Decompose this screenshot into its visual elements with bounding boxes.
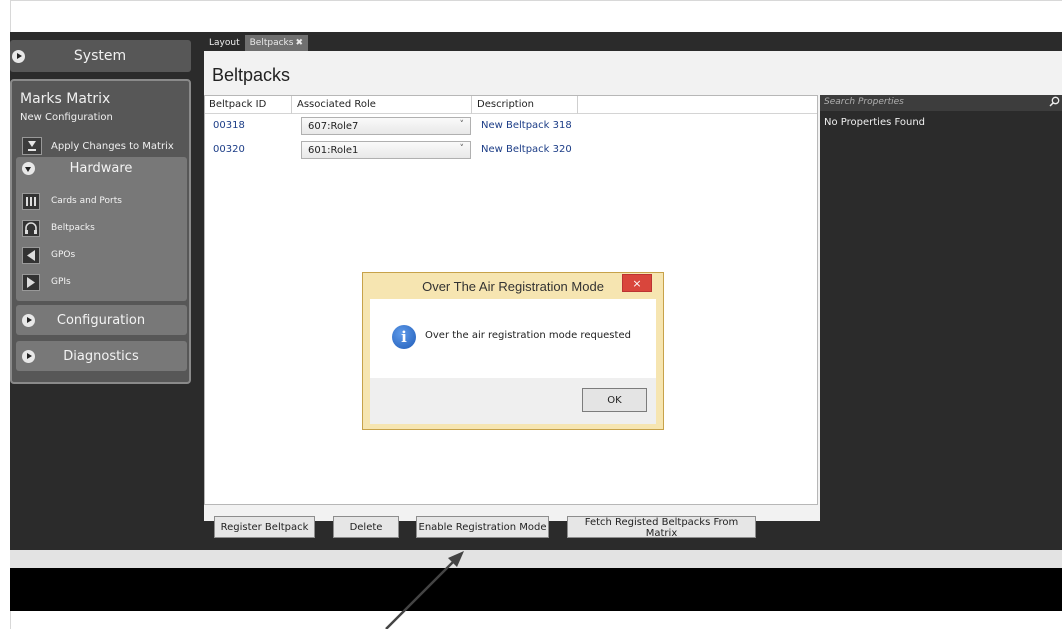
- dialog-title: Over The Air Registration Mode: [422, 279, 604, 294]
- column-header-description[interactable]: Description: [477, 99, 534, 110]
- expand-arrow-icon: [22, 349, 35, 363]
- configuration-section-button[interactable]: Configuration: [16, 305, 187, 335]
- left-navigation: System Marks Matrix New Configuration Ap…: [10, 32, 204, 550]
- configuration-label: Configuration: [56, 312, 146, 328]
- properties-panel: Search Properties No Properties Found: [820, 95, 1062, 565]
- configuration-name: New Configuration: [20, 112, 113, 123]
- search-placeholder: Search Properties: [824, 97, 904, 107]
- enable-registration-mode-button[interactable]: Enable Registration Mode: [416, 516, 549, 538]
- system-label: System: [73, 48, 127, 64]
- diagnostics-section-button[interactable]: Diagnostics: [16, 341, 187, 371]
- top-strip: [10, 0, 1062, 32]
- beltpack-id: 00320: [213, 144, 245, 155]
- nav-item-label: Cards and Ports: [51, 196, 122, 206]
- beltpack-description[interactable]: New Beltpack 318: [481, 120, 572, 131]
- dialog-message: Over the air registration mode requested: [425, 330, 631, 341]
- nav-item-cards-and-ports[interactable]: Cards and Ports: [22, 191, 122, 211]
- dialog-footer: OK: [370, 378, 656, 424]
- expand-arrow-icon: [22, 313, 35, 327]
- hardware-section: Hardware Cards and Ports Beltpacks GPOs …: [16, 157, 187, 301]
- bottom-bar: [10, 568, 1062, 611]
- column-header-associated-role[interactable]: Associated Role: [297, 99, 376, 110]
- chevron-down-icon: ˅: [459, 120, 465, 130]
- column-divider: [471, 96, 472, 114]
- nav-item-label: GPOs: [51, 250, 76, 260]
- tab-close-icon[interactable]: ✖: [295, 38, 303, 48]
- nav-item-beltpacks[interactable]: Beltpacks: [22, 218, 95, 238]
- headset-icon: [22, 219, 40, 237]
- gpo-icon: [22, 246, 40, 264]
- beltpack-id: 00318: [213, 120, 245, 131]
- gpi-icon: [22, 273, 40, 291]
- column-divider: [577, 96, 578, 114]
- role-dropdown[interactable]: 607:Role7 ˅: [301, 117, 471, 135]
- search-icon[interactable]: [1049, 96, 1060, 107]
- tab-layout[interactable]: Layout: [204, 35, 245, 51]
- hardware-header[interactable]: Hardware: [16, 157, 187, 179]
- role-dropdown[interactable]: 601:Role1 ˅: [301, 141, 471, 159]
- fetch-beltpacks-button[interactable]: Fetch Registed Beltpacks From Matrix: [567, 516, 756, 539]
- diagnostics-label: Diagnostics: [63, 348, 139, 364]
- matrix-title: Marks Matrix: [20, 91, 111, 107]
- nav-item-gpis[interactable]: GPIs: [22, 272, 71, 292]
- tab-label: Layout: [209, 38, 240, 48]
- table-row[interactable]: 00318 607:Role7 ˅ New Beltpack 318: [205, 115, 817, 137]
- tab-beltpacks[interactable]: Beltpacks ✖: [244, 35, 308, 51]
- no-properties-text: No Properties Found: [824, 117, 926, 128]
- dialog-body: i Over the air registration mode request…: [370, 299, 656, 424]
- delete-button[interactable]: Delete: [333, 516, 399, 538]
- matrix-panel: Marks Matrix New Configuration Apply Cha…: [10, 79, 191, 384]
- apply-changes-button[interactable]: Apply Changes to Matrix: [22, 136, 174, 156]
- column-header-beltpack-id[interactable]: Beltpack ID: [209, 99, 266, 110]
- properties-search-input[interactable]: Search Properties: [820, 95, 1062, 111]
- table-row[interactable]: 00320 601:Role1 ˅ New Beltpack 320: [205, 139, 817, 161]
- apply-download-icon: [22, 137, 42, 155]
- chevron-down-icon: ˅: [459, 144, 465, 154]
- hardware-label: Hardware: [69, 160, 133, 176]
- dialog-message-area: i Over the air registration mode request…: [370, 299, 656, 378]
- document-tabs: Layout Beltpacks ✖: [204, 35, 308, 51]
- nav-item-label: Beltpacks: [51, 223, 95, 233]
- register-beltpack-button[interactable]: Register Beltpack: [214, 516, 315, 538]
- table-header: Beltpack ID Associated Role Description: [205, 96, 817, 114]
- apply-changes-label: Apply Changes to Matrix: [51, 140, 174, 152]
- cards-icon: [22, 192, 40, 210]
- expand-arrow-icon: [12, 49, 25, 63]
- dialog-close-button[interactable]: ×: [622, 274, 652, 292]
- role-value: 607:Role7: [308, 121, 359, 132]
- ok-button[interactable]: OK: [582, 388, 647, 412]
- system-button[interactable]: System: [10, 40, 191, 72]
- page-title: Beltpacks: [212, 65, 291, 85]
- nav-item-gpos[interactable]: GPOs: [22, 245, 75, 265]
- role-value: 601:Role1: [308, 145, 359, 156]
- bottom-strip: [10, 611, 1062, 629]
- info-icon: i: [392, 325, 416, 349]
- registration-dialog: Over The Air Registration Mode × i Over …: [362, 272, 664, 430]
- status-bar: [10, 550, 1062, 568]
- tab-label: Beltpacks: [249, 38, 294, 48]
- column-divider: [291, 96, 292, 114]
- collapse-arrow-icon: [22, 161, 35, 175]
- nav-item-label: GPIs: [51, 277, 71, 287]
- beltpack-description[interactable]: New Beltpack 320: [481, 144, 572, 155]
